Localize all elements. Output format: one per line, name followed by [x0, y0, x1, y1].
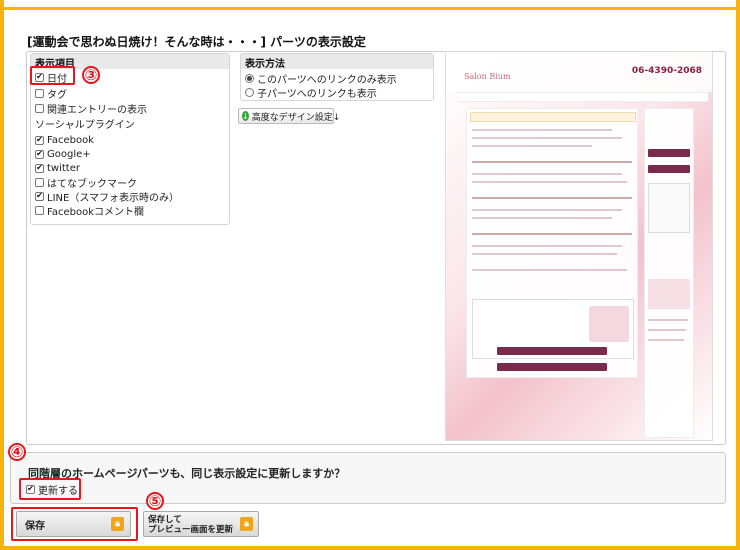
display-method-header: 表示方法: [241, 54, 433, 70]
preview-text-line: [472, 245, 622, 247]
tag-label: タグ: [47, 89, 67, 101]
preview-logo: Salon Rium: [464, 72, 511, 81]
preview-sidebar: [644, 108, 694, 438]
advanced-design-label: 高度なデザイン設定↓: [251, 112, 341, 123]
preview-entry-title: [470, 112, 636, 122]
link-only-radio[interactable]: [245, 73, 254, 83]
hatena-checkbox[interactable]: [35, 177, 44, 187]
line-label: LINE（スマフォ表示時のみ）: [47, 192, 180, 204]
hatena-label: はてなブックマーク: [47, 178, 137, 190]
googleplus-label: Google+: [47, 148, 91, 160]
child-links-label: 子パーツへのリンクも表示: [257, 88, 377, 100]
preview-side-line: [648, 329, 686, 331]
link-only-row[interactable]: このパーツへのリンクのみ表示: [241, 71, 433, 86]
download-arrow-icon: ↓: [242, 111, 249, 121]
line-row[interactable]: ✔ LINE（スマフォ表示時のみ）: [31, 189, 229, 204]
preview-button-line1: 保存して: [148, 515, 182, 525]
facebook-comment-checkbox[interactable]: [35, 205, 44, 215]
preview-text-line: [472, 253, 617, 255]
section-title: [運動会で思わぬ日焼け！そんな時は・・・] パーツの表示設定: [27, 35, 366, 49]
twitter-row[interactable]: ✔ twitter: [31, 161, 229, 175]
preview-text-line: [472, 137, 622, 139]
save-and-preview-button[interactable]: 保存して プレビュー画面を更新 🔒︎: [143, 511, 259, 537]
date-highlight-box: [30, 66, 75, 85]
social-plugin-label: ソーシャルプラグイン: [35, 120, 135, 131]
facebook-comment-label: Facebookコメント欄: [47, 206, 144, 218]
tag-checkbox[interactable]: [35, 88, 44, 98]
related-entries-row[interactable]: 関連エントリーの表示: [31, 101, 229, 116]
preview-text-line: [472, 233, 632, 235]
preview-text-line: [472, 129, 612, 131]
annotation-4: ④: [8, 443, 26, 461]
preview-text-line: [472, 217, 612, 219]
preview-phone: 06-4390-2068: [631, 66, 702, 76]
preview-text-line: [472, 145, 592, 147]
preview-side-line: [648, 339, 684, 341]
child-links-radio[interactable]: [245, 87, 254, 97]
line-checkbox[interactable]: ✔: [35, 191, 44, 201]
display-method-box: 表示方法 このパーツへのリンクのみ表示 子パーツへのリンクも表示: [240, 53, 434, 101]
preview-main-content: [466, 108, 638, 378]
advanced-design-button[interactable]: ↓ 高度なデザイン設定↓: [238, 108, 340, 124]
googleplus-checkbox[interactable]: ✔: [35, 149, 44, 159]
preview-button-line2: プレビュー画面を更新: [148, 525, 234, 535]
hatena-row[interactable]: はてなブックマーク: [31, 175, 229, 190]
facebook-comment-row[interactable]: Facebookコメント欄: [31, 203, 229, 218]
preview-text-line: [472, 197, 632, 199]
facebook-checkbox[interactable]: ✔: [35, 135, 44, 145]
preview-side-bar: [648, 165, 690, 173]
related-entries-label: 関連エントリーの表示: [47, 104, 147, 116]
preview-side-line: [648, 319, 688, 321]
preview-button-bar: [497, 363, 607, 371]
preview-side-bar: [648, 149, 690, 157]
link-only-label: このパーツへのリンクのみ表示: [257, 74, 397, 86]
twitter-label: twitter: [47, 162, 80, 174]
annotation-3: ③: [82, 66, 100, 84]
lock-icon: 🔒︎: [240, 517, 253, 531]
twitter-checkbox[interactable]: ✔: [35, 163, 44, 173]
preview-nav: [458, 92, 708, 102]
preview-photo: [589, 306, 629, 342]
preview-text-line: [472, 181, 627, 183]
top-strip: [0, 0, 740, 10]
child-links-row[interactable]: 子パーツへのリンクも表示: [241, 85, 433, 100]
tag-checkbox-row[interactable]: タグ: [31, 86, 229, 101]
facebook-label: Facebook: [47, 134, 94, 146]
annotation-5: ⑤: [146, 492, 164, 510]
preview-button-bar: [497, 347, 607, 355]
preview-text-line: [472, 173, 622, 175]
googleplus-row[interactable]: ✔ Google+: [31, 147, 229, 161]
update-highlight-box: [19, 478, 81, 500]
page-preview: Salon Rium 06-4390-2068: [445, 51, 713, 441]
preview-text-line: [472, 209, 622, 211]
related-entries-checkbox[interactable]: [35, 103, 44, 113]
save-highlight-box: [11, 507, 138, 541]
facebook-row[interactable]: ✔ Facebook: [31, 133, 229, 147]
preview-text-line: [472, 269, 627, 271]
preview-text-line: [472, 161, 632, 163]
preview-side-banner: [648, 279, 690, 309]
preview-calendar: [648, 183, 690, 233]
